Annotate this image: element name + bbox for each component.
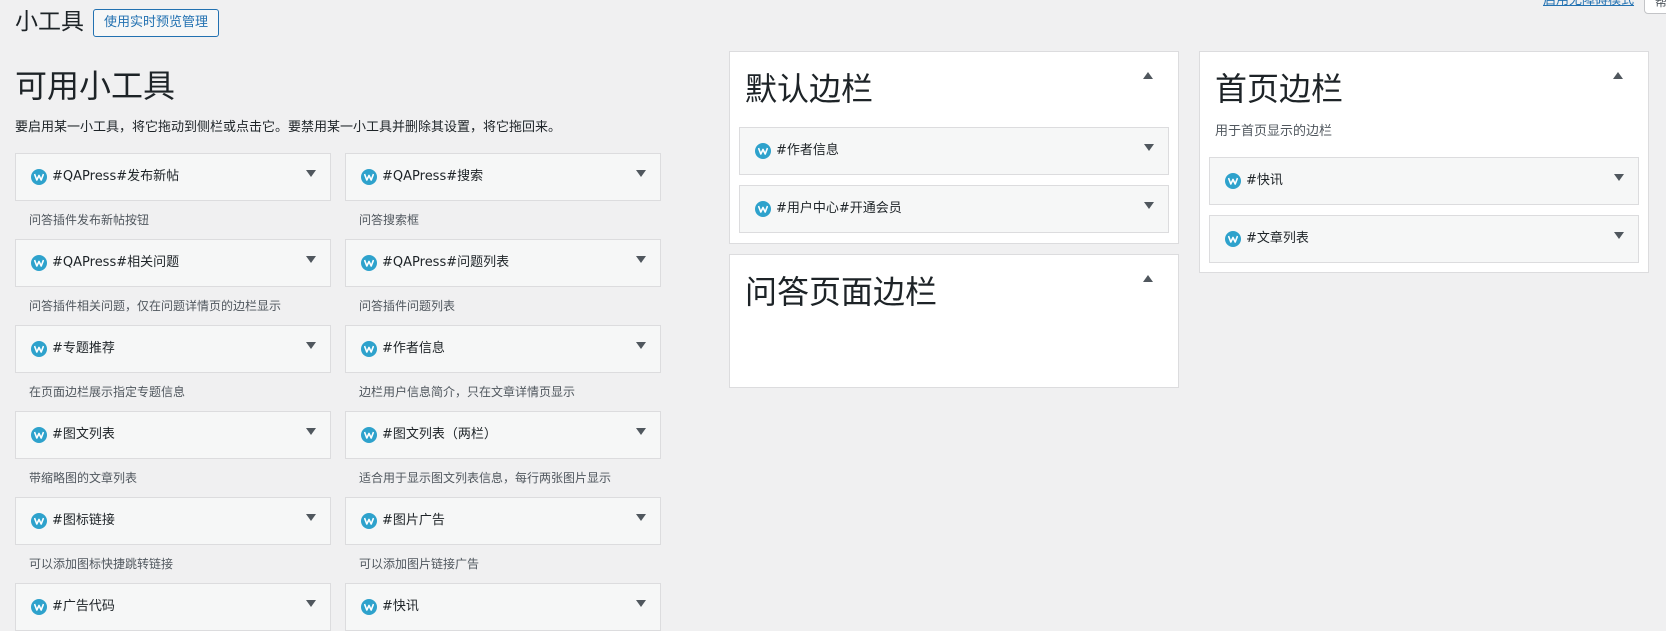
chevron-up-icon[interactable]: [1143, 72, 1153, 79]
sidebar-title[interactable]: 默认边栏: [745, 69, 873, 109]
plugin-icon: [31, 341, 47, 357]
plugin-icon: [31, 169, 47, 185]
available-widgets-description: 要启用某一小工具，将它拖动到侧栏或点击它。要禁用某一小工具并删除其设置，将它拖回…: [15, 120, 562, 135]
widget-title: #广告代码: [52, 599, 115, 614]
chevron-down-icon[interactable]: [636, 170, 646, 177]
widget-description: 带缩略图的文章列表: [29, 471, 138, 485]
widget-title: #文章列表: [1246, 231, 1309, 246]
help-tab[interactable]: 帮: [1644, 0, 1666, 14]
widget-title: #QAPress#相关问题: [52, 255, 180, 270]
chevron-down-icon[interactable]: [306, 256, 316, 263]
widget-title: #专题推荐: [52, 341, 115, 356]
available-widgets-title: 可用小工具: [15, 67, 176, 105]
widget-title: #图片广告: [382, 513, 445, 528]
sidebar-title[interactable]: 问答页面边栏: [745, 272, 937, 312]
widget-image-text-list[interactable]: #图文列表: [15, 411, 331, 459]
chevron-down-icon[interactable]: [306, 600, 316, 607]
plugin-icon: [361, 169, 377, 185]
page-title: 小工具: [15, 9, 84, 35]
plugin-icon: [361, 427, 377, 443]
widget-title: #用户中心#开通会员: [776, 201, 902, 216]
plugin-icon: [31, 427, 47, 443]
accessibility-mode-link[interactable]: 启用无障碍模式: [1543, 0, 1634, 10]
plugin-icon: [361, 341, 377, 357]
sidebar-default: 默认边栏 #作者信息 #用户中心#开通会员: [729, 51, 1179, 244]
plugin-icon: [1225, 231, 1241, 247]
widget-description: 问答插件发布新帖按钮: [29, 213, 150, 227]
widget-title: #快讯: [1246, 173, 1283, 188]
chevron-down-icon[interactable]: [1144, 144, 1154, 151]
widget-title: #QAPress#搜索: [382, 169, 484, 184]
sidebar-home: 首页边栏 用于首页显示的边栏 #快讯 #文章列表: [1199, 51, 1649, 273]
plugin-icon: [755, 143, 771, 159]
chevron-down-icon[interactable]: [636, 342, 646, 349]
plugin-icon: [361, 513, 377, 529]
chevron-up-icon[interactable]: [1143, 275, 1153, 282]
chevron-down-icon[interactable]: [306, 170, 316, 177]
widget-title: #快讯: [382, 599, 419, 614]
widget-title: #QAPress#问题列表: [382, 255, 510, 270]
widget-image-text-list-two-col[interactable]: #图文列表（两栏）: [345, 411, 661, 459]
widget-description: 可以添加图标快捷跳转链接: [29, 557, 174, 571]
widget-description: 问答搜索框: [359, 213, 420, 227]
chevron-down-icon[interactable]: [1144, 202, 1154, 209]
widget-icon-links[interactable]: #图标链接: [15, 497, 331, 545]
widget-title: #作者信息: [382, 341, 445, 356]
plugin-icon: [31, 255, 47, 271]
chevron-down-icon[interactable]: [306, 428, 316, 435]
plugin-icon: [31, 513, 47, 529]
chevron-down-icon[interactable]: [636, 428, 646, 435]
plugin-icon: [755, 201, 771, 217]
widget-topic-recommend[interactable]: #专题推荐: [15, 325, 331, 373]
chevron-down-icon[interactable]: [636, 514, 646, 521]
chevron-down-icon[interactable]: [306, 342, 316, 349]
live-preview-button[interactable]: 使用实时预览管理: [93, 9, 220, 37]
widget-description: 适合用于显示图文列表信息，每行两张图片显示: [359, 471, 612, 485]
widget-qapress-related[interactable]: #QAPress#相关问题: [15, 239, 331, 287]
widget-title: #图标链接: [52, 513, 115, 528]
widget-title: #图文列表（两栏）: [382, 427, 497, 442]
chevron-up-icon[interactable]: [1613, 72, 1623, 79]
widget-description: 可以添加图片链接广告: [359, 557, 480, 571]
widget-author-info[interactable]: #作者信息: [345, 325, 661, 373]
widget-title: #图文列表: [52, 427, 115, 442]
sidebar-widget-user-center[interactable]: #用户中心#开通会员: [739, 185, 1169, 233]
plugin-icon: [361, 599, 377, 615]
sidebar-widget-author-info[interactable]: #作者信息: [739, 127, 1169, 175]
widget-title: #作者信息: [776, 143, 839, 158]
chevron-down-icon[interactable]: [636, 256, 646, 263]
chevron-down-icon[interactable]: [306, 514, 316, 521]
plugin-icon: [1225, 173, 1241, 189]
widget-title: #QAPress#发布新帖: [52, 169, 180, 184]
widget-description: 在页面边栏展示指定专题信息: [29, 385, 186, 399]
chevron-down-icon[interactable]: [636, 600, 646, 607]
chevron-down-icon[interactable]: [1614, 174, 1624, 181]
sidebar-title[interactable]: 首页边栏: [1215, 69, 1343, 109]
sidebar-widget-article-list[interactable]: #文章列表: [1209, 215, 1639, 263]
widget-image-ad[interactable]: #图片广告: [345, 497, 661, 545]
widget-description: 问答插件相关问题，仅在问题详情页的边栏显示: [29, 299, 282, 313]
widget-qapress-question-list[interactable]: #QAPress#问题列表: [345, 239, 661, 287]
widget-description: 边栏用户信息简介，只在文章详情页显示: [359, 385, 576, 399]
widget-description: 问答插件问题列表: [359, 299, 456, 313]
plugin-icon: [361, 255, 377, 271]
sidebar-description: 用于首页显示的边栏: [1215, 124, 1333, 139]
sidebar-widget-flash-news[interactable]: #快讯: [1209, 157, 1639, 205]
widget-qapress-search[interactable]: #QAPress#搜索: [345, 153, 661, 201]
widget-qapress-new-post[interactable]: #QAPress#发布新帖: [15, 153, 331, 201]
sidebar-qa-page: 问答页面边栏: [729, 254, 1179, 388]
plugin-icon: [31, 599, 47, 615]
chevron-down-icon[interactable]: [1614, 232, 1624, 239]
widget-flash-news[interactable]: #快讯: [345, 583, 661, 631]
widget-ad-code[interactable]: #广告代码: [15, 583, 331, 631]
